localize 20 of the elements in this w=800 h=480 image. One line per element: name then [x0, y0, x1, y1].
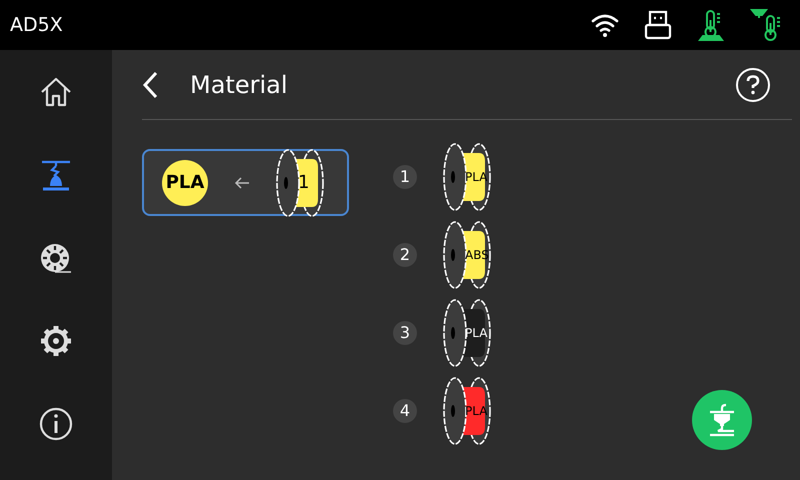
bed-thermometer-icon[interactable]: [696, 8, 726, 42]
active-slot-card[interactable]: PLA 1: [142, 149, 349, 216]
left-arrow-icon: [234, 176, 250, 188]
info-icon: [38, 406, 74, 442]
slot-number: 1: [393, 165, 417, 189]
material-badge: PLA: [162, 160, 208, 206]
spool-label: 1: [298, 172, 310, 192]
help-icon: [746, 74, 760, 94]
page-title: Material: [190, 70, 288, 100]
slot-number: 4: [393, 399, 417, 423]
back-icon: [142, 70, 158, 98]
usb-drive-icon[interactable]: [644, 10, 672, 40]
filament-spool-icon: [274, 146, 326, 218]
wifi-icon[interactable]: [590, 12, 620, 38]
printer-name: AD5X: [10, 12, 64, 38]
settings-icon: [38, 323, 74, 359]
nozzle-thermometer-icon[interactable]: [750, 8, 782, 42]
slot-number: 2: [393, 243, 417, 267]
slot-number: 3: [393, 321, 417, 345]
help-button[interactable]: [736, 68, 770, 102]
